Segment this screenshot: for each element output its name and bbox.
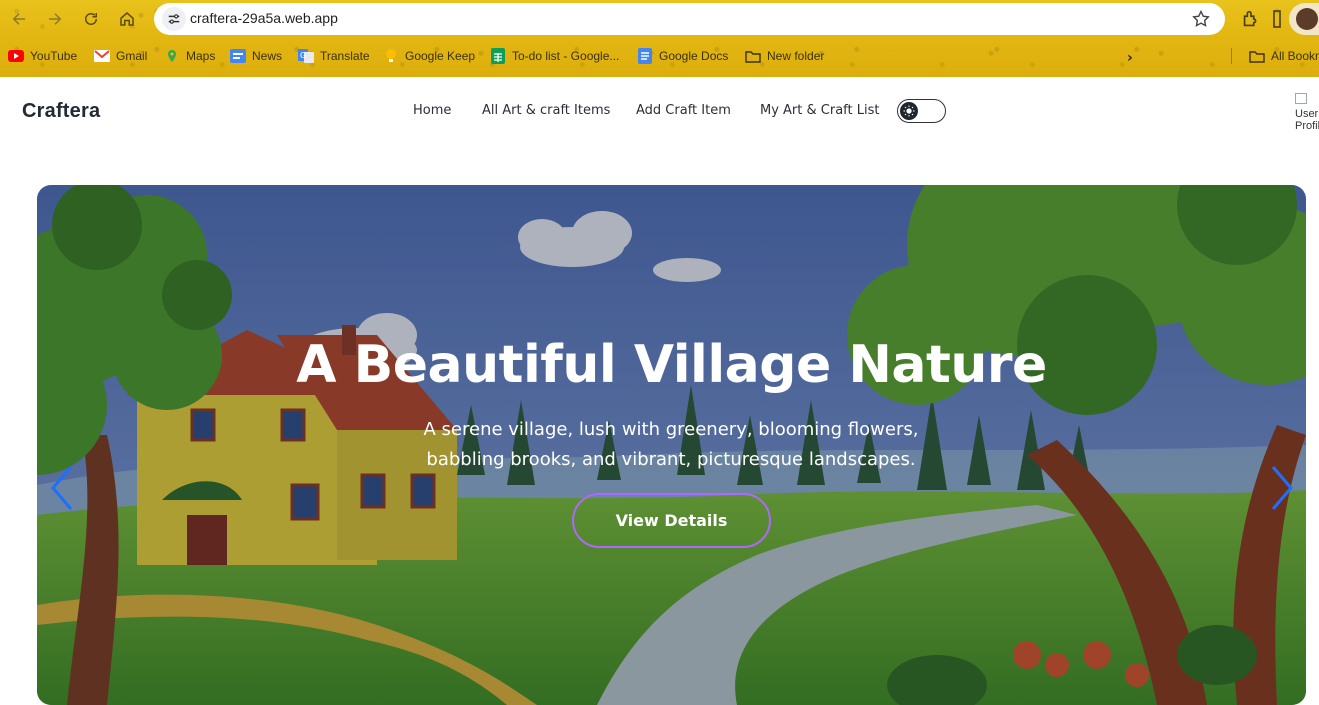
broken-image-icon <box>1295 93 1307 104</box>
bookmarks-overflow-chevron-icon[interactable]: › <box>1127 50 1133 66</box>
theme-toggle[interactable] <box>897 99 946 123</box>
bookmark-label: Translate <box>320 49 370 63</box>
home-icon[interactable] <box>116 8 138 30</box>
extensions-icon[interactable] <box>1240 8 1262 30</box>
bookmark-translate[interactable]: G Translate <box>298 46 370 66</box>
svg-text:G: G <box>300 51 306 60</box>
view-details-button[interactable]: View Details <box>572 493 771 548</box>
carousel-prev-chevron-left-icon[interactable] <box>47 463 77 513</box>
youtube-icon <box>8 49 24 63</box>
keep-icon <box>383 49 399 63</box>
nav-link-add-item[interactable]: Add Craft Item <box>636 103 731 118</box>
bookmark-new-folder[interactable]: New folder <box>745 46 824 66</box>
all-bookmarks-label: All Bookm <box>1271 49 1319 63</box>
bookmark-gmail[interactable]: Gmail <box>94 46 147 66</box>
bookmark-label: News <box>252 49 283 63</box>
bookmark-label: Gmail <box>116 49 148 63</box>
user-profile-image[interactable]: User Profile <box>1295 93 1319 131</box>
bookmark-youtube[interactable]: YouTube <box>8 46 77 66</box>
nav-link-my-list[interactable]: My Art & Craft List <box>760 103 879 118</box>
bookmarks-bar: YouTube Gmail Maps News G Translate Goog… <box>0 44 1319 68</box>
carousel-next-chevron-right-icon[interactable] <box>1267 463 1297 513</box>
bookmark-docs[interactable]: Google Docs <box>637 46 728 66</box>
bookmark-todo[interactable]: To-do list - Google... <box>490 46 619 66</box>
site-navbar: Craftera Home All Art & craft Items Add … <box>0 77 1319 145</box>
bookmark-keep[interactable]: Google Keep <box>383 46 475 66</box>
split-view-icon[interactable] <box>1272 9 1282 29</box>
bookmark-label: Google Keep <box>405 49 476 63</box>
bookmarks-divider <box>1231 48 1232 64</box>
profile-avatar[interactable] <box>1289 3 1319 35</box>
docs-icon <box>637 48 653 64</box>
bookmark-label: YouTube <box>30 49 78 63</box>
bookmark-label: Maps <box>186 49 216 63</box>
bookmark-news[interactable]: News <box>230 46 282 66</box>
bookmark-label: New folder <box>767 49 825 63</box>
bookmark-label: To-do list - Google... <box>512 49 620 63</box>
hero-subtitle: A serene village, lush with greenery, bl… <box>423 419 919 470</box>
translate-icon: G <box>298 49 314 63</box>
maps-icon <box>164 49 180 63</box>
user-image-alt-text: User Profile <box>1295 108 1319 131</box>
back-icon[interactable] <box>8 8 30 30</box>
all-bookmarks[interactable]: All Bookm <box>1249 46 1319 66</box>
url-text[interactable]: craftera-29a5a.web.app <box>190 10 338 26</box>
gmail-icon <box>94 49 110 63</box>
address-bar[interactable]: craftera-29a5a.web.app <box>154 3 1225 35</box>
folder-icon <box>745 49 761 63</box>
news-icon <box>230 49 246 63</box>
site-brand[interactable]: Craftera <box>22 100 100 123</box>
folder-icon <box>1249 49 1265 63</box>
hero-carousel: A Beautiful Village Nature A serene vill… <box>37 185 1306 705</box>
sheets-icon <box>490 48 506 64</box>
bookmark-maps[interactable]: Maps <box>164 46 215 66</box>
forward-icon[interactable] <box>44 8 66 30</box>
bookmark-label: Google Docs <box>659 49 729 63</box>
hero-title: A Beautiful Village Nature <box>296 335 1047 395</box>
site-info-icon[interactable] <box>162 7 186 31</box>
browser-chrome: craftera-29a5a.web.app YouTube Gmail Map… <box>0 0 1319 77</box>
nav-link-home[interactable]: Home <box>413 103 451 118</box>
reload-icon[interactable] <box>80 8 102 30</box>
sun-icon <box>900 102 918 120</box>
nav-link-all-items[interactable]: All Art & craft Items <box>482 103 610 118</box>
bookmark-star-icon[interactable] <box>1191 9 1211 29</box>
